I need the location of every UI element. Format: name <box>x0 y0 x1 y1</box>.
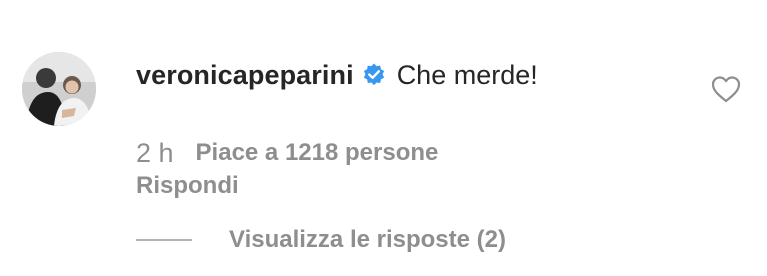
comment-item: veronicapeparini Che merde! 2 h Piace a … <box>0 0 767 276</box>
timestamp: 2 h <box>136 137 174 168</box>
username-link[interactable]: veronicapeparini <box>136 60 354 91</box>
comment-text: Che merde! <box>396 59 538 90</box>
profile-photo-icon <box>22 52 96 126</box>
view-replies-label: Visualizza le risposte (2) <box>229 226 506 253</box>
reply-button[interactable]: Rispondi <box>136 172 239 200</box>
divider-line <box>136 239 192 241</box>
verified-badge-icon <box>361 62 387 88</box>
avatar[interactable] <box>22 52 96 126</box>
comment-meta: 2 h Piace a 1218 persone <box>136 136 438 170</box>
comment-line: veronicapeparini Che merde! <box>136 56 538 94</box>
view-replies-button[interactable]: Visualizza le risposte (2) <box>136 224 506 256</box>
likes-count-link[interactable]: Piace a 1218 persone <box>196 139 439 167</box>
heart-outline-icon[interactable] <box>710 74 742 104</box>
